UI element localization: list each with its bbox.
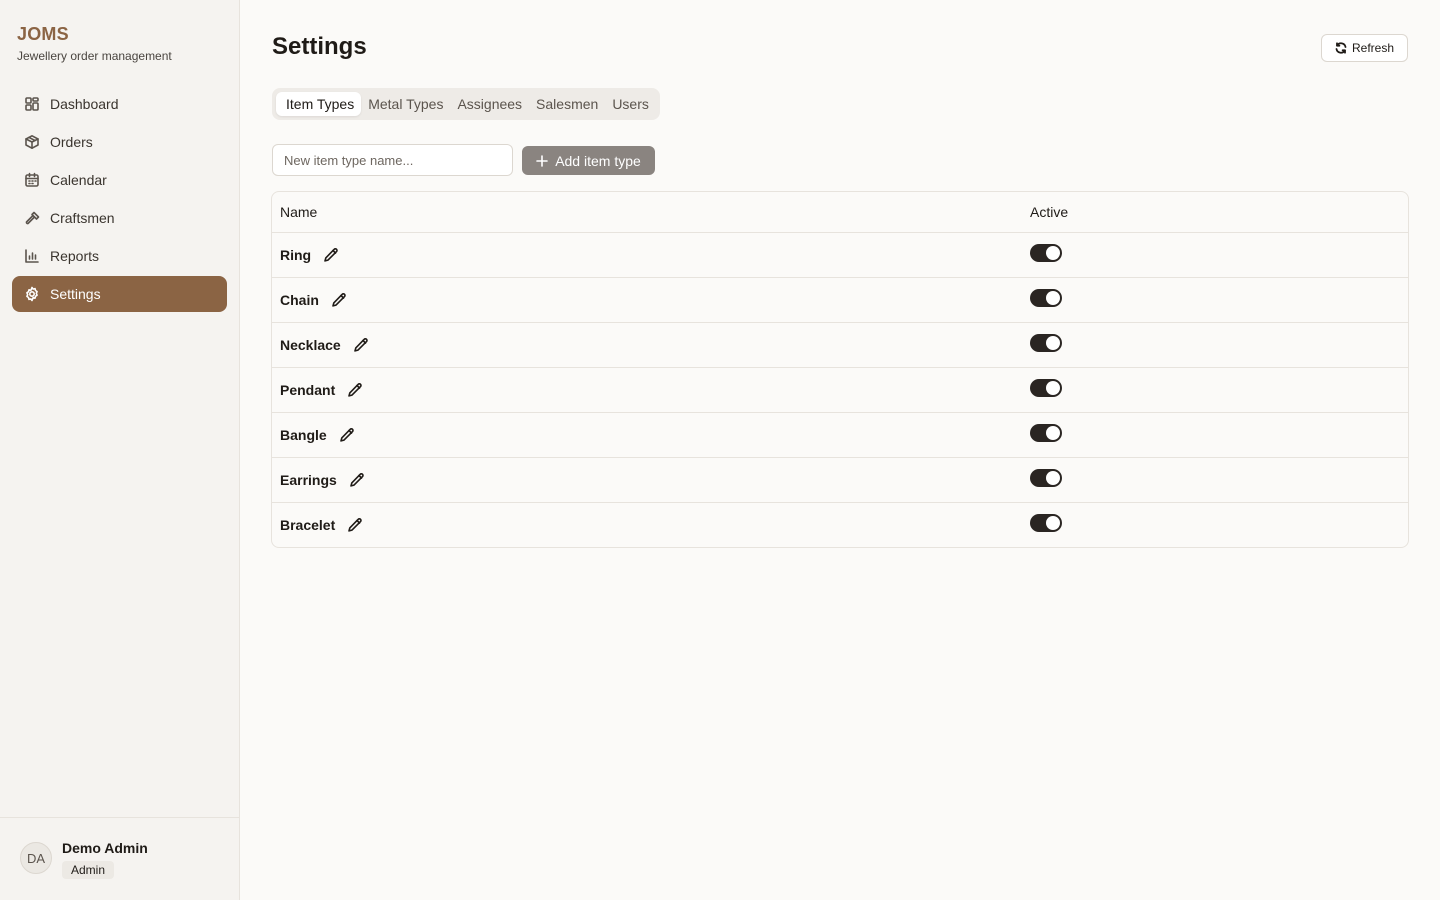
item-name: Bangle bbox=[280, 427, 327, 443]
brand-name: JOMS bbox=[17, 24, 69, 44]
pencil-icon[interactable] bbox=[331, 292, 347, 308]
active-toggle[interactable] bbox=[1030, 379, 1062, 397]
pencil-icon[interactable] bbox=[347, 382, 363, 398]
new-item-type-input[interactable] bbox=[272, 144, 513, 176]
column-header-name: Name bbox=[280, 204, 318, 220]
add-item-type-label: Add item type bbox=[555, 152, 641, 169]
item-name: Earrings bbox=[280, 472, 337, 488]
toggle-knob bbox=[1046, 291, 1060, 305]
item-name-cell: Bracelet bbox=[280, 517, 363, 533]
pencil-icon[interactable] bbox=[339, 427, 355, 443]
dashboard-icon bbox=[24, 96, 40, 112]
table-row: Bangle bbox=[272, 413, 1408, 458]
hammer-icon bbox=[24, 210, 40, 226]
table-row: Bracelet bbox=[272, 503, 1408, 547]
toggle-knob bbox=[1046, 471, 1060, 485]
gear-icon bbox=[24, 286, 40, 302]
sidebar-item-label: Dashboard bbox=[50, 96, 119, 112]
table-row: Earrings bbox=[272, 458, 1408, 503]
item-name-cell: Chain bbox=[280, 292, 347, 308]
brand: JOMS Jewellery order management bbox=[17, 24, 172, 63]
sidebar-item-label: Orders bbox=[50, 134, 93, 150]
table-row: Necklace bbox=[272, 323, 1408, 368]
pencil-icon[interactable] bbox=[347, 517, 363, 533]
item-name: Ring bbox=[280, 247, 312, 263]
toggle-knob bbox=[1046, 381, 1060, 395]
active-toggle[interactable] bbox=[1030, 469, 1062, 487]
active-toggle[interactable] bbox=[1030, 514, 1062, 532]
toggle-knob bbox=[1046, 516, 1060, 530]
active-toggle[interactable] bbox=[1030, 289, 1062, 307]
item-name-cell: Earrings bbox=[280, 472, 365, 488]
table-row: Pendant bbox=[272, 368, 1408, 413]
user-panel[interactable]: DA Demo Admin Admin bbox=[0, 817, 239, 900]
package-icon bbox=[24, 134, 40, 150]
active-toggle[interactable] bbox=[1030, 424, 1062, 442]
table-row: Chain bbox=[272, 278, 1408, 323]
tab-salesmen[interactable]: Salesmen bbox=[529, 92, 605, 116]
role-badge: Admin bbox=[62, 861, 115, 879]
sidebar-item-label: Settings bbox=[50, 286, 101, 302]
toggle-knob bbox=[1046, 426, 1060, 440]
user-name: Demo Admin bbox=[62, 840, 148, 856]
sidebar-item-label: Reports bbox=[50, 248, 100, 264]
sidebar-item-reports[interactable]: Reports bbox=[12, 238, 227, 274]
item-name: Bracelet bbox=[280, 517, 336, 533]
settings-tabs: Item Types Metal Types Assignees Salesme… bbox=[272, 88, 660, 120]
brand-subtitle: Jewellery order management bbox=[17, 49, 172, 63]
tab-metal-types[interactable]: Metal Types bbox=[361, 92, 450, 116]
calendar-icon bbox=[24, 172, 40, 188]
item-name-cell: Pendant bbox=[280, 382, 363, 398]
sidebar-item-label: Calendar bbox=[50, 172, 107, 188]
sidebar-item-label: Craftsmen bbox=[50, 210, 115, 226]
refresh-icon bbox=[1335, 42, 1347, 54]
item-name: Pendant bbox=[280, 382, 336, 398]
add-item-type-button[interactable]: Add item type bbox=[522, 146, 655, 175]
item-types-table: Name Active Ring Chain Necklace Pendant … bbox=[271, 191, 1409, 548]
active-toggle[interactable] bbox=[1030, 244, 1062, 262]
avatar: DA bbox=[20, 842, 52, 874]
item-name: Chain bbox=[280, 292, 319, 308]
sidebar-item-dashboard[interactable]: Dashboard bbox=[12, 86, 227, 122]
item-name-cell: Necklace bbox=[280, 337, 369, 353]
sidebar: JOMS Jewellery order management Dashboar… bbox=[0, 0, 240, 900]
sidebar-item-settings[interactable]: Settings bbox=[12, 276, 227, 312]
tab-item-types[interactable]: Item Types bbox=[276, 92, 362, 116]
refresh-button[interactable]: Refresh bbox=[1321, 34, 1408, 62]
sidebar-nav: Dashboard Orders Calendar Craftsmen Repo… bbox=[12, 86, 227, 314]
active-toggle[interactable] bbox=[1030, 334, 1062, 352]
table-row: Ring bbox=[272, 233, 1408, 278]
plus-icon bbox=[536, 154, 548, 167]
table-header: Name Active bbox=[272, 192, 1408, 233]
pencil-icon[interactable] bbox=[349, 472, 365, 488]
item-name-cell: Ring bbox=[280, 247, 339, 263]
sidebar-item-orders[interactable]: Orders bbox=[12, 124, 227, 160]
sidebar-item-craftsmen[interactable]: Craftsmen bbox=[12, 200, 227, 236]
toggle-knob bbox=[1046, 336, 1060, 350]
refresh-label: Refresh bbox=[1351, 41, 1395, 55]
page-title: Settings bbox=[272, 33, 367, 60]
column-header-active: Active bbox=[1030, 204, 1069, 220]
bar-chart-icon bbox=[24, 248, 40, 264]
pencil-icon[interactable] bbox=[353, 337, 369, 353]
sidebar-item-calendar[interactable]: Calendar bbox=[12, 162, 227, 198]
item-name-cell: Bangle bbox=[280, 427, 355, 443]
item-name: Necklace bbox=[280, 337, 341, 353]
toggle-knob bbox=[1046, 246, 1060, 260]
pencil-icon[interactable] bbox=[323, 247, 339, 263]
tab-users[interactable]: Users bbox=[605, 92, 656, 116]
tab-assignees[interactable]: Assignees bbox=[450, 92, 529, 116]
